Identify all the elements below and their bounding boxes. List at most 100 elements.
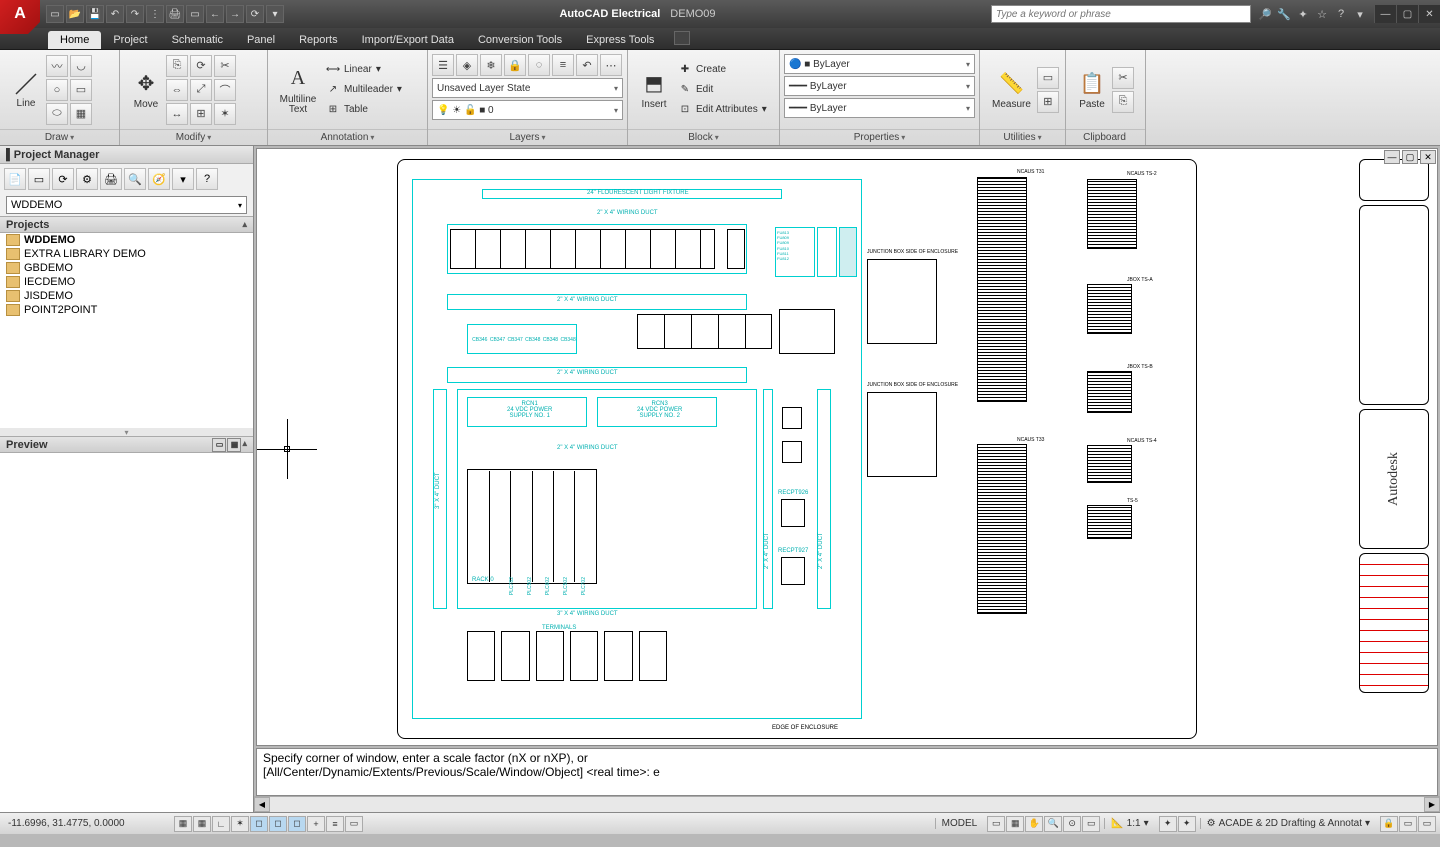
sb-layout-icon[interactable]: ▭ xyxy=(987,816,1005,832)
edit-attrs-button[interactable]: ⊡Edit Attributes ▾ xyxy=(674,101,771,119)
maximize-button[interactable]: ▢ xyxy=(1396,5,1418,23)
sb-show-icon[interactable]: ▭ xyxy=(1082,816,1100,832)
minimize-button[interactable]: — xyxy=(1374,5,1396,23)
annotation-scale[interactable]: 📐 1:1 ▾ xyxy=(1104,818,1154,829)
model-space-toggle[interactable]: MODEL xyxy=(935,818,984,829)
help-dropdown-icon[interactable]: ▾ xyxy=(1352,6,1368,22)
lineweight-combo[interactable]: ━━━ ByLayer xyxy=(784,76,975,96)
copy-clip-icon[interactable]: ⎘ xyxy=(1112,91,1134,113)
pm-new-icon[interactable]: 📄 xyxy=(4,168,26,190)
layer-state-combo[interactable]: Unsaved Layer State xyxy=(432,78,623,98)
sb-clean-icon[interactable]: ▭ xyxy=(1418,816,1436,832)
pm-publish-icon[interactable]: 🖨 xyxy=(100,168,122,190)
sb-anno1-icon[interactable]: ✦ xyxy=(1159,816,1177,832)
sb-pan-icon[interactable]: ✋ xyxy=(1025,816,1043,832)
panel-label-draw[interactable]: Draw xyxy=(0,129,119,145)
pm-drop-icon[interactable]: ▾ xyxy=(172,168,194,190)
preview-mode2-icon[interactable]: ▦ xyxy=(227,438,241,452)
subscription-icon[interactable]: 🔧 xyxy=(1276,6,1292,22)
scale-icon[interactable]: ⤢ xyxy=(190,79,212,101)
pm-help-icon[interactable]: ? xyxy=(196,168,218,190)
rotate-icon[interactable]: ⟳ xyxy=(190,55,212,77)
insert-button[interactable]: ⬒ Insert xyxy=(634,67,674,112)
trim-icon[interactable]: ✂ xyxy=(214,55,236,77)
layer-more-icon[interactable]: ⋯ xyxy=(600,54,622,76)
layer-prev-icon[interactable]: ↶ xyxy=(576,54,598,76)
scroll-left-icon[interactable]: ◀ xyxy=(254,797,270,812)
tab-express[interactable]: Express Tools xyxy=(574,31,666,49)
sb-grid-icon[interactable]: ▦ xyxy=(193,816,211,832)
line-button[interactable]: Line xyxy=(6,68,46,111)
sb-snap-icon[interactable]: ▦ xyxy=(174,816,192,832)
sb-dyn-icon[interactable]: + xyxy=(307,816,325,832)
stretch-icon[interactable]: ↔ xyxy=(166,103,188,125)
copy-icon[interactable]: ⎘ xyxy=(166,55,188,77)
panel-label-properties[interactable]: Properties xyxy=(780,129,979,145)
qat-save-icon[interactable]: 💾 xyxy=(86,5,104,23)
cut-icon[interactable]: ✂ xyxy=(1112,67,1134,89)
layer-iso-icon[interactable]: ◈ xyxy=(456,54,478,76)
mtext-button[interactable]: A Multiline Text xyxy=(274,63,322,117)
linetype-combo[interactable]: ━━━ ByLayer xyxy=(784,98,975,118)
layer-lock-icon[interactable]: 🔒 xyxy=(504,54,526,76)
workspace-switcher[interactable]: ⚙ ACADE & 2D Drafting & Annotat ▾ xyxy=(1200,818,1376,829)
project-item[interactable]: WDDEMO xyxy=(0,233,253,247)
tab-home[interactable]: Home xyxy=(48,31,101,49)
sb-polar-icon[interactable]: ✶ xyxy=(231,816,249,832)
sb-tray-icon[interactable]: ▭ xyxy=(1399,816,1417,832)
qat-print-icon[interactable]: 🖨 xyxy=(166,5,184,23)
sb-lwt-icon[interactable]: ≡ xyxy=(326,816,344,832)
sb-otrack-icon[interactable]: ◻ xyxy=(269,816,287,832)
sb-anno2-icon[interactable]: ✦ xyxy=(1178,816,1196,832)
tab-project[interactable]: Project xyxy=(101,31,159,49)
calc-icon[interactable]: ⊞ xyxy=(1037,91,1059,113)
vp-min-icon[interactable]: — xyxy=(1384,150,1400,164)
panel-label-modify[interactable]: Modify xyxy=(120,129,267,145)
project-item[interactable]: GBDEMO xyxy=(0,261,253,275)
tab-reports[interactable]: Reports xyxy=(287,31,350,49)
panel-label-utilities[interactable]: Utilities xyxy=(980,129,1065,145)
array-icon[interactable]: ⊞ xyxy=(190,103,212,125)
arc-icon[interactable]: ◡ xyxy=(70,55,92,77)
pm-zoom-icon[interactable]: 🔍 xyxy=(124,168,146,190)
qat-redo-icon[interactable]: ↷ xyxy=(126,5,144,23)
qat-undo-icon[interactable]: ↶ xyxy=(106,5,124,23)
polyline-icon[interactable]: 〰 xyxy=(46,55,68,77)
preview-header[interactable]: Preview ▭ ▦ ▴ xyxy=(0,436,253,453)
tab-focus-icon[interactable] xyxy=(674,31,690,45)
tab-import-export[interactable]: Import/Export Data xyxy=(350,31,466,49)
layer-combo[interactable]: 💡 ☀ 🔓 ■ 0 xyxy=(432,100,623,120)
comm-icon[interactable]: ✦ xyxy=(1295,6,1311,22)
color-combo[interactable]: 🔵 ■ ByLayer xyxy=(784,54,975,74)
edit-block-button[interactable]: ✎Edit xyxy=(674,81,771,99)
pm-refresh-icon[interactable]: ⟳ xyxy=(52,168,74,190)
scroll-right-icon[interactable]: ▶ xyxy=(1424,797,1440,812)
sb-qp-icon[interactable]: ▭ xyxy=(345,816,363,832)
pm-new-dwg-icon[interactable]: ▭ xyxy=(28,168,50,190)
search-input[interactable] xyxy=(991,5,1251,23)
vp-close-icon[interactable]: ✕ xyxy=(1420,150,1436,164)
qat-dropdown-icon[interactable]: ▾ xyxy=(266,5,284,23)
close-button[interactable]: ✕ xyxy=(1418,5,1440,23)
splitter-grip[interactable]: ▾ xyxy=(0,428,253,436)
layer-off-icon[interactable]: ◌ xyxy=(528,54,550,76)
qat-reload-icon[interactable]: ⟳ xyxy=(246,5,264,23)
select-icon[interactable]: ▭ xyxy=(1037,67,1059,89)
vp-max-icon[interactable]: ▢ xyxy=(1402,150,1418,164)
project-item[interactable]: JISDEMO xyxy=(0,289,253,303)
panel-label-annotation[interactable]: Annotation xyxy=(268,129,427,145)
fillet-icon[interactable]: ⌒ xyxy=(214,79,236,101)
tab-panel[interactable]: Panel xyxy=(235,31,287,49)
pm-task-icon[interactable]: ⚙ xyxy=(76,168,98,190)
sb-ducs-icon[interactable]: ◻ xyxy=(288,816,306,832)
pm-project-combo[interactable]: WDDEMO xyxy=(6,196,247,214)
project-item[interactable]: POINT2POINT xyxy=(0,303,253,317)
qat-batch-icon[interactable]: ▭ xyxy=(186,5,204,23)
qat-next-icon[interactable]: → xyxy=(226,5,244,23)
rectangle-icon[interactable]: ▭ xyxy=(70,79,92,101)
qat-new-icon[interactable]: ▭ xyxy=(46,5,64,23)
create-block-button[interactable]: ✚Create xyxy=(674,61,771,79)
explode-icon[interactable]: ✶ xyxy=(214,103,236,125)
hatch-icon[interactable]: ▦ xyxy=(70,103,92,125)
sb-qv-icon[interactable]: ▦ xyxy=(1006,816,1024,832)
